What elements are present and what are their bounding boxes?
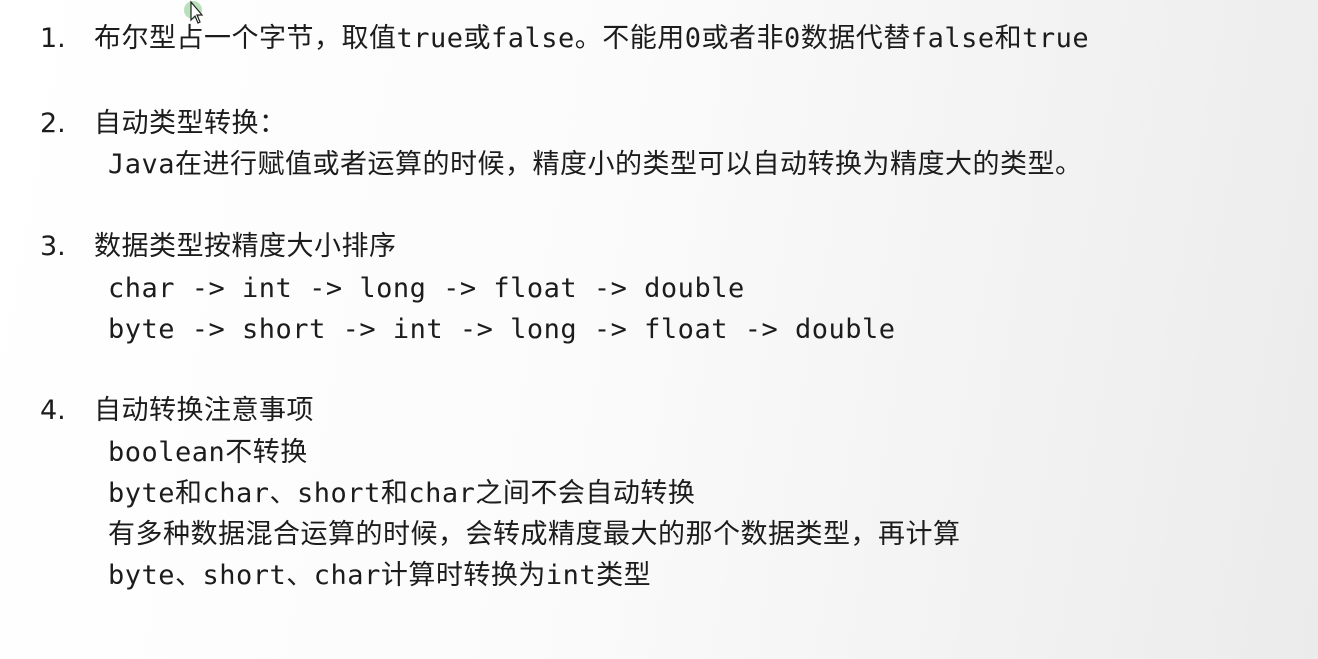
item-2-body: Java在进行赋值或者运算的时候，精度小的类型可以自动转换为精度大的类型。 <box>108 149 1083 180</box>
slide-content: 1. 布尔型占一个字节，取值true或false。不能用0或者非0数据代替fal… <box>0 0 1318 659</box>
item-4-number: 4. <box>40 395 66 426</box>
item-2-number: 2. <box>40 108 66 139</box>
item-4-heading: 自动转换注意事项 <box>94 395 314 426</box>
item-3-byte-order: byte -> short -> int -> long -> float ->… <box>108 314 896 345</box>
item-3-number: 3. <box>40 231 66 262</box>
item-2-heading: 自动类型转换： <box>94 108 287 139</box>
item-1-number: 1. <box>40 23 66 54</box>
item-1-text: 布尔型占一个字节，取值true或false。不能用0或者非0数据代替false和… <box>94 23 1090 54</box>
item-4-byte-char: byte和char、short和char之间不会自动转换 <box>108 478 696 509</box>
item-4-int: byte、short、char计算时转换为int类型 <box>108 560 652 591</box>
item-3-char-order: char -> int -> long -> float -> double <box>108 273 745 304</box>
item-3-heading: 数据类型按精度大小排序 <box>94 231 397 262</box>
item-4-boolean: boolean不转换 <box>108 437 308 468</box>
item-4-mixed: 有多种数据混合运算的时候，会转成精度最大的那个数据类型，再计算 <box>108 519 961 550</box>
